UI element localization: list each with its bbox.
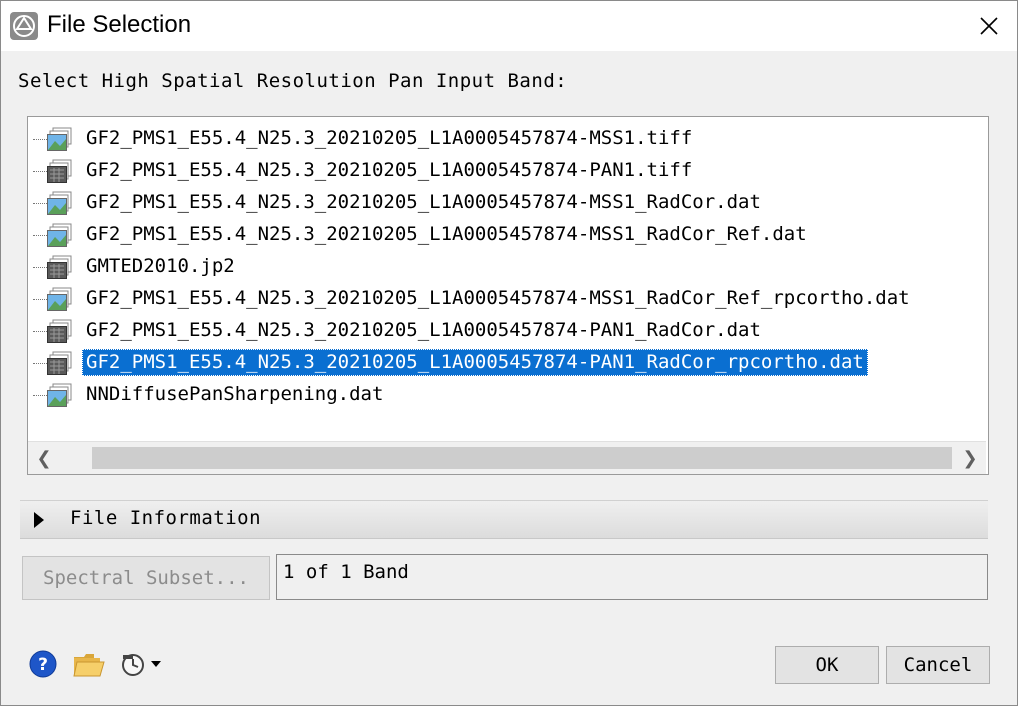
multispectral-image-icon [47, 191, 72, 215]
help-button[interactable]: ? [28, 646, 58, 682]
file-list-item[interactable]: GF2_PMS1_E55.4_N25.3_20210205_L1A0005457… [28, 187, 986, 219]
tree-connector [33, 363, 47, 364]
multispectral-image-icon [47, 383, 72, 407]
chevron-right-icon: ❯ [962, 447, 978, 469]
horizontal-scrollbar[interactable]: ❮ ❯ [28, 441, 986, 474]
file-name: GF2_PMS1_E55.4_N25.3_20210205_L1A0005457… [82, 349, 868, 376]
file-list-item[interactable]: GF2_PMS1_E55.4_N25.3_20210205_L1A0005457… [28, 315, 986, 347]
window-title: File Selection [47, 11, 192, 38]
grayscale-image-icon [47, 319, 72, 343]
tree-connector [33, 299, 47, 300]
svg-text:?: ? [38, 655, 48, 675]
band-info-field: 1 of 1 Band [276, 554, 988, 600]
file-name: GF2_PMS1_E55.4_N25.3_20210205_L1A0005457… [86, 223, 807, 245]
tree-connector [33, 203, 47, 204]
envi-app-icon [10, 12, 38, 40]
file-list[interactable]: GF2_PMS1_E55.4_N25.3_20210205_L1A0005457… [27, 116, 989, 475]
dropdown-arrow-icon [151, 661, 161, 667]
grayscale-image-icon [47, 351, 72, 375]
chevron-left-icon: ❮ [36, 447, 52, 469]
file-list-item[interactable]: NNDiffusePanSharpening.dat [28, 379, 986, 411]
ok-button[interactable]: OK [775, 646, 879, 684]
help-icon: ? [29, 650, 57, 678]
scroll-right-button[interactable]: ❯ [954, 442, 986, 474]
cancel-button[interactable]: Cancel [886, 646, 990, 684]
title-bar: File Selection [0, 0, 1018, 51]
tree-connector [33, 267, 47, 268]
file-name: GF2_PMS1_E55.4_N25.3_20210205_L1A0005457… [86, 127, 693, 149]
file-information-section[interactable]: File Information [20, 500, 988, 539]
grayscale-image-icon [47, 159, 72, 183]
scroll-thumb[interactable] [92, 447, 952, 469]
folder-open-icon [73, 654, 105, 677]
recent-history-icon [122, 654, 144, 676]
file-name: GF2_PMS1_E55.4_N25.3_20210205_L1A0005457… [86, 287, 910, 309]
expand-triangle-icon [34, 512, 44, 528]
tree-connector [33, 171, 47, 172]
tree-connector [33, 235, 47, 236]
multispectral-image-icon [47, 223, 72, 247]
file-list-item[interactable]: GF2_PMS1_E55.4_N25.3_20210205_L1A0005457… [28, 283, 986, 315]
open-file-button[interactable] [72, 646, 106, 682]
file-name: GF2_PMS1_E55.4_N25.3_20210205_L1A0005457… [86, 319, 761, 341]
tree-connector [33, 139, 47, 140]
close-icon [980, 17, 998, 35]
file-list-item[interactable]: GF2_PMS1_E55.4_N25.3_20210205_L1A0005457… [28, 347, 986, 379]
file-information-label: File Information [70, 507, 262, 529]
tree-connector [33, 395, 47, 396]
scroll-left-button[interactable]: ❮ [28, 442, 60, 474]
grayscale-image-icon [47, 255, 72, 279]
input-band-prompt: Select High Spatial Resolution Pan Input… [18, 70, 568, 92]
tree-connector [33, 331, 47, 332]
file-name: NNDiffusePanSharpening.dat [86, 383, 384, 405]
file-list-item[interactable]: GF2_PMS1_E55.4_N25.3_20210205_L1A0005457… [28, 219, 986, 251]
spectral-subset-button[interactable]: Spectral Subset... [22, 556, 270, 600]
file-list-item[interactable]: GF2_PMS1_E55.4_N25.3_20210205_L1A0005457… [28, 155, 986, 187]
multispectral-image-icon [47, 127, 72, 151]
file-name: GF2_PMS1_E55.4_N25.3_20210205_L1A0005457… [86, 159, 693, 181]
file-list-items: GF2_PMS1_E55.4_N25.3_20210205_L1A0005457… [28, 123, 986, 411]
recent-files-button[interactable] [120, 646, 162, 682]
band-count-text: 1 of 1 Band [283, 561, 409, 583]
multispectral-image-icon [47, 287, 72, 311]
file-list-item[interactable]: GMTED2010.jp2 [28, 251, 986, 283]
file-name: GMTED2010.jp2 [86, 255, 235, 277]
file-name: GF2_PMS1_E55.4_N25.3_20210205_L1A0005457… [86, 191, 761, 213]
file-list-item[interactable]: GF2_PMS1_E55.4_N25.3_20210205_L1A0005457… [28, 123, 986, 155]
close-button[interactable] [961, 1, 1017, 51]
